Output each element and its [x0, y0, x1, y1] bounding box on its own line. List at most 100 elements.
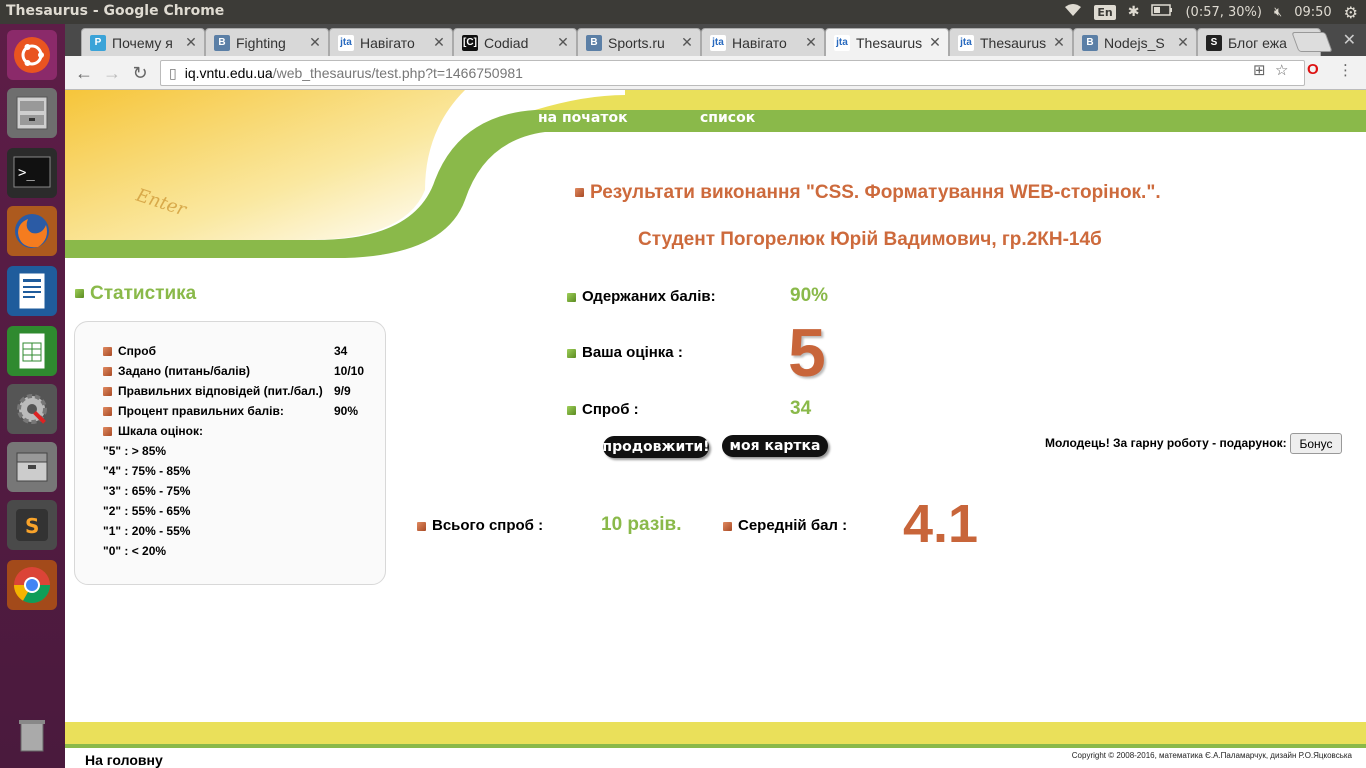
footer-home-link[interactable]: На головну	[85, 752, 163, 768]
stat-row-value: 9/9	[334, 384, 351, 398]
archive-icon	[16, 452, 48, 482]
battery-status: (0:57, 30%)	[1185, 4, 1262, 20]
address-bar[interactable]: ▯ iq.vntu.edu.ua/web_thesaurus/test.php?…	[160, 60, 1305, 86]
ubuntu-logo-icon	[14, 37, 50, 73]
tab-close-icon[interactable]: ✕	[1050, 34, 1068, 51]
battery-icon[interactable]	[1151, 4, 1173, 20]
forward-arrow-icon[interactable]: →	[101, 62, 123, 84]
url-host: iq.vntu.edu.ua	[184, 65, 273, 81]
new-tab-button[interactable]	[1291, 32, 1333, 52]
grade-scale-item: "3" : 65% - 75%	[103, 484, 191, 498]
my-card-button[interactable]: моя картка	[722, 435, 828, 457]
browser-tab[interactable]: P Почему я ✕	[81, 28, 205, 56]
bullet-icon	[567, 348, 576, 358]
browser-tab[interactable]: B Sports.ru ✕	[577, 28, 701, 56]
svg-text:>_: >_	[18, 165, 35, 181]
tab-close-icon[interactable]: ✕	[1174, 34, 1192, 51]
reload-icon[interactable]: ↻	[129, 62, 151, 84]
footer-yellow-band	[65, 722, 1366, 744]
copyright-text: Copyright © 2008-2016, математика Є.А.Па…	[1071, 751, 1352, 760]
back-arrow-icon[interactable]: ←	[73, 62, 95, 84]
launcher-chrome[interactable]	[7, 560, 57, 610]
browser-tab[interactable]: jta Thesaurus ✕	[825, 28, 949, 56]
spreadsheet-icon	[18, 332, 46, 370]
stat-row-label: Шкала оцінок:	[103, 424, 203, 438]
browser-toolbar: ← → ↻ ▯ iq.vntu.edu.ua/web_thesaurus/tes…	[65, 56, 1366, 90]
page-info-icon[interactable]: ▯	[169, 65, 177, 82]
system-top-bar: Thesaurus - Google Chrome En ✱ (0:57, 30…	[0, 0, 1366, 24]
browser-tab[interactable]: jta Навігато ✕	[329, 28, 453, 56]
continue-button[interactable]: продовжити!	[602, 436, 710, 458]
bookmark-star-icon[interactable]: ☆	[1275, 61, 1288, 79]
attempts-value: 34	[790, 398, 812, 419]
ubuntu-dash-button[interactable]	[7, 30, 57, 80]
tab-favicon-icon: B	[586, 34, 602, 51]
browser-tab[interactable]: [C] Codiad ✕	[453, 28, 577, 56]
launcher-calc[interactable]	[7, 326, 57, 376]
bonus-button[interactable]: Бонус	[1290, 433, 1342, 454]
stat-row-label: Задано (питань/балів)	[103, 364, 250, 378]
clock[interactable]: 09:50	[1294, 5, 1331, 20]
wifi-icon[interactable]	[1064, 3, 1082, 21]
browser-tab[interactable]: jta Thesaurus ✕	[949, 28, 1073, 56]
tab-label: Блог ежа	[1228, 34, 1287, 51]
stat-row-label: Правильних відповідей (пит./бал.)	[103, 384, 323, 398]
browser-tab[interactable]: B Nodejs_S ✕	[1073, 28, 1197, 56]
bullet-icon	[103, 407, 112, 417]
browser-tab[interactable]: jta Навігато ✕	[701, 28, 825, 56]
bullet-icon	[575, 188, 584, 198]
launcher-trash[interactable]	[7, 710, 57, 760]
bullet-icon	[103, 427, 112, 437]
stat-row-value: 10/10	[334, 364, 365, 378]
points-value: 90%	[790, 285, 829, 306]
launcher-files[interactable]	[7, 88, 57, 138]
launcher-system-settings[interactable]	[7, 384, 57, 434]
file-cabinet-icon	[16, 96, 48, 130]
translate-icon[interactable]: ⊞	[1253, 61, 1266, 79]
bonus-message: Молодець! За гарну роботу - подарунок:	[1045, 436, 1287, 450]
launcher-sublime-text[interactable]: S	[7, 500, 57, 550]
tab-favicon-icon: B	[1082, 34, 1098, 51]
browser-tab[interactable]: B Fighting ✕	[205, 28, 329, 56]
bluetooth-icon[interactable]: ✱	[1128, 4, 1140, 20]
tab-favicon-icon: jta	[958, 34, 974, 51]
tab-label: Навігато	[360, 34, 415, 51]
tab-close-icon[interactable]: ✕	[678, 34, 696, 51]
tab-close-icon[interactable]: ✕	[554, 34, 572, 51]
svg-text:S: S	[25, 514, 39, 538]
keyboard-layout-indicator[interactable]: En	[1094, 4, 1116, 20]
total-attempts-value: 10 разів.	[601, 514, 682, 535]
average-grade-label: Середній бал :	[723, 517, 847, 534]
tab-favicon-icon: jta	[710, 34, 726, 51]
average-grade-value: 4.1	[903, 494, 979, 554]
gear-icon[interactable]: ⚙	[1344, 3, 1358, 22]
terminal-icon: >_	[13, 156, 51, 188]
tab-favicon-icon: jta	[834, 34, 850, 51]
nav-list-link[interactable]: список	[700, 110, 755, 126]
window-close-icon[interactable]: ✕	[1343, 30, 1356, 50]
tab-close-icon[interactable]: ✕	[430, 34, 448, 51]
tab-label: Nodejs_S	[1104, 34, 1165, 51]
nav-home-link[interactable]: на початок	[538, 110, 628, 126]
bullet-icon	[417, 521, 426, 531]
opera-extension-icon[interactable]: O	[1307, 61, 1319, 78]
result-title: Результати виконання "CSS. Форматування …	[575, 182, 1161, 204]
tab-close-icon[interactable]: ✕	[802, 34, 820, 51]
chrome-icon	[13, 567, 51, 604]
launcher-firefox[interactable]	[7, 206, 57, 256]
launcher-terminal[interactable]: >_	[7, 148, 57, 198]
tab-close-icon[interactable]: ✕	[926, 34, 944, 51]
launcher-writer[interactable]	[7, 266, 57, 316]
trash-icon	[19, 720, 45, 752]
document-icon	[18, 272, 46, 310]
grade-value: 5	[788, 315, 826, 391]
header-yellow-band	[625, 90, 1366, 110]
chrome-menu-icon[interactable]: ⋮	[1338, 61, 1353, 79]
tab-close-icon[interactable]: ✕	[306, 34, 324, 51]
volume-icon[interactable]: 🔇︎	[1274, 5, 1282, 20]
launcher-archive-manager[interactable]	[7, 442, 57, 492]
tab-label: Навігато	[732, 34, 787, 51]
tab-close-icon[interactable]: ✕	[182, 34, 200, 51]
tab-label: Fighting	[236, 34, 286, 51]
bullet-icon	[75, 289, 84, 299]
